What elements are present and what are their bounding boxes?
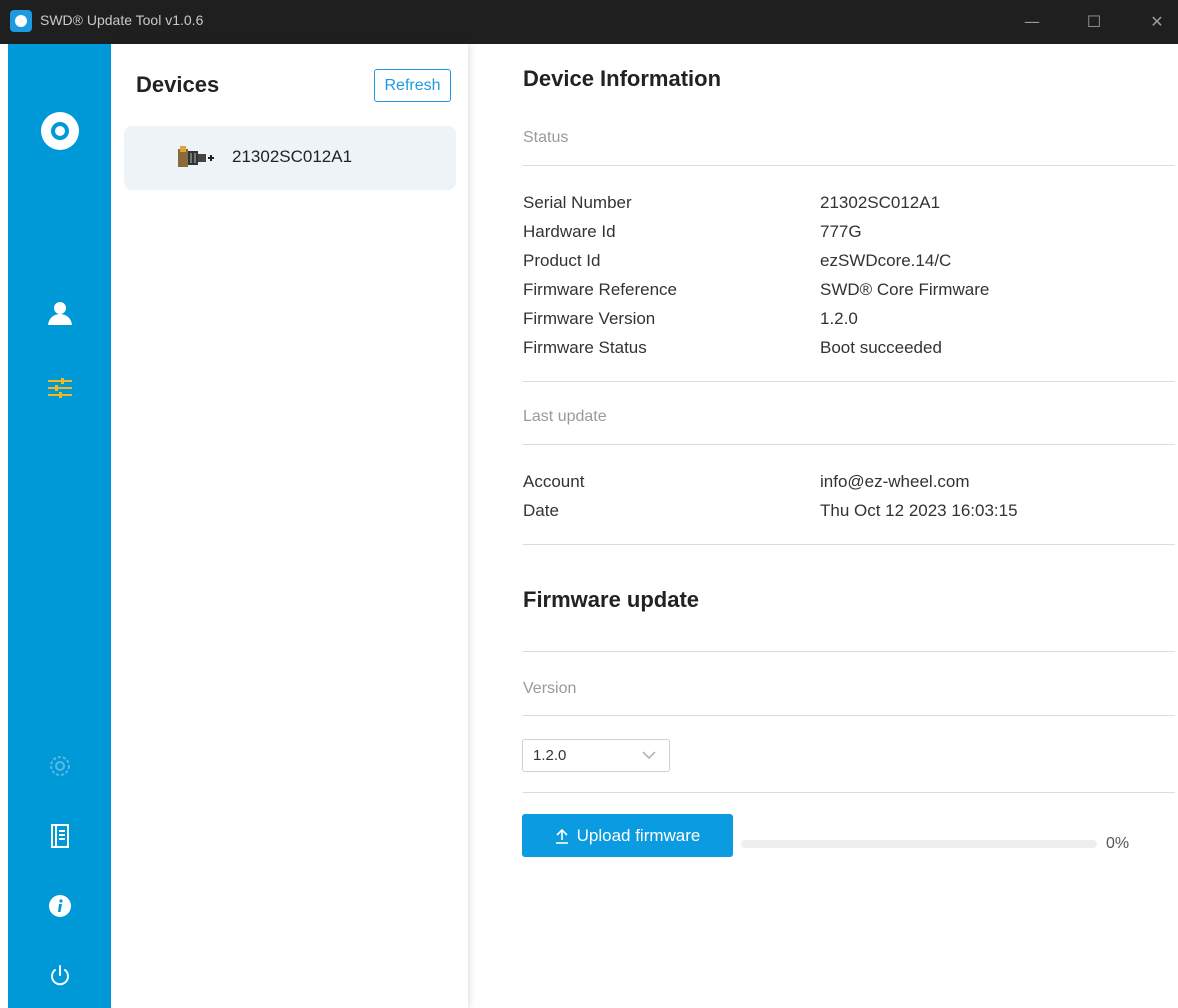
title-bar: SWD® Update Tool v1.0.6 — ☐ ✕ <box>0 0 1178 44</box>
minimize-button[interactable]: — <box>1018 8 1046 36</box>
logo-icon <box>41 112 79 150</box>
row-value-fw-version: 1.2.0 <box>820 309 858 328</box>
upload-progress-text: 0% <box>1106 835 1130 852</box>
upload-icon <box>555 828 568 844</box>
row-value-product: ezSWDcore.14/C <box>820 251 952 270</box>
refresh-button[interactable]: Refresh <box>374 69 451 102</box>
divider <box>523 651 1175 652</box>
divider <box>523 715 1175 716</box>
row-label-serial: Serial Number <box>523 193 632 212</box>
user-icon[interactable] <box>41 294 79 332</box>
manual-icon[interactable] <box>41 817 79 855</box>
divider <box>523 444 1175 445</box>
power-icon[interactable] <box>41 957 79 995</box>
divider <box>523 381 1175 382</box>
sidebar-rail <box>8 44 111 1008</box>
device-list-item[interactable]: 21302SC012A1 <box>124 126 456 190</box>
devices-panel: Devices Refresh 21302SC012A1 <box>111 44 468 1008</box>
row-value-fw-reference: SWD® Core Firmware <box>820 280 990 299</box>
sliders-icon[interactable] <box>41 369 79 407</box>
version-label: Version <box>523 680 577 697</box>
row-label-fw-version: Firmware Version <box>523 309 656 328</box>
row-value-serial: 21302SC012A1 <box>820 193 941 212</box>
row-value-date: Thu Oct 12 2023 16:03:15 <box>820 501 1018 520</box>
version-select[interactable]: 1.2.0 <box>522 739 670 772</box>
device-motor-icon <box>178 146 214 167</box>
row-value-hardware: 777G <box>820 222 862 241</box>
divider <box>523 544 1175 545</box>
gear-icon[interactable] <box>41 747 79 785</box>
last-update-label: Last update <box>523 408 607 425</box>
device-label: 21302SC012A1 <box>232 147 353 166</box>
app-icon <box>10 10 32 32</box>
row-label-fw-status: Firmware Status <box>523 338 647 357</box>
device-information-title: Device Information <box>523 66 722 91</box>
row-label-product: Product Id <box>523 251 601 270</box>
upload-firmware-button[interactable]: Upload firmware <box>522 814 733 857</box>
row-label-account: Account <box>523 472 585 491</box>
chevron-down-icon <box>642 751 656 760</box>
status-label: Status <box>523 129 569 146</box>
upload-firmware-label: Upload firmware <box>576 825 701 845</box>
row-value-fw-status: Boot succeeded <box>820 338 942 357</box>
divider <box>523 792 1175 793</box>
main-content: Device Information Status Serial Number … <box>468 44 1178 1008</box>
info-icon[interactable] <box>41 887 79 925</box>
row-label-date: Date <box>523 501 559 520</box>
row-value-account: info@ez-wheel.com <box>820 472 970 491</box>
upload-progress-bar <box>741 840 1097 848</box>
maximize-button[interactable]: ☐ <box>1080 8 1108 36</box>
row-label-fw-reference: Firmware Reference <box>523 280 677 299</box>
version-select-value: 1.2.0 <box>533 747 567 764</box>
window-title: SWD® Update Tool v1.0.6 <box>40 12 204 28</box>
divider <box>523 165 1175 166</box>
close-button[interactable]: ✕ <box>1143 8 1171 36</box>
row-label-hardware: Hardware Id <box>523 222 616 241</box>
devices-title: Devices <box>136 72 220 97</box>
firmware-update-title: Firmware update <box>523 587 700 612</box>
